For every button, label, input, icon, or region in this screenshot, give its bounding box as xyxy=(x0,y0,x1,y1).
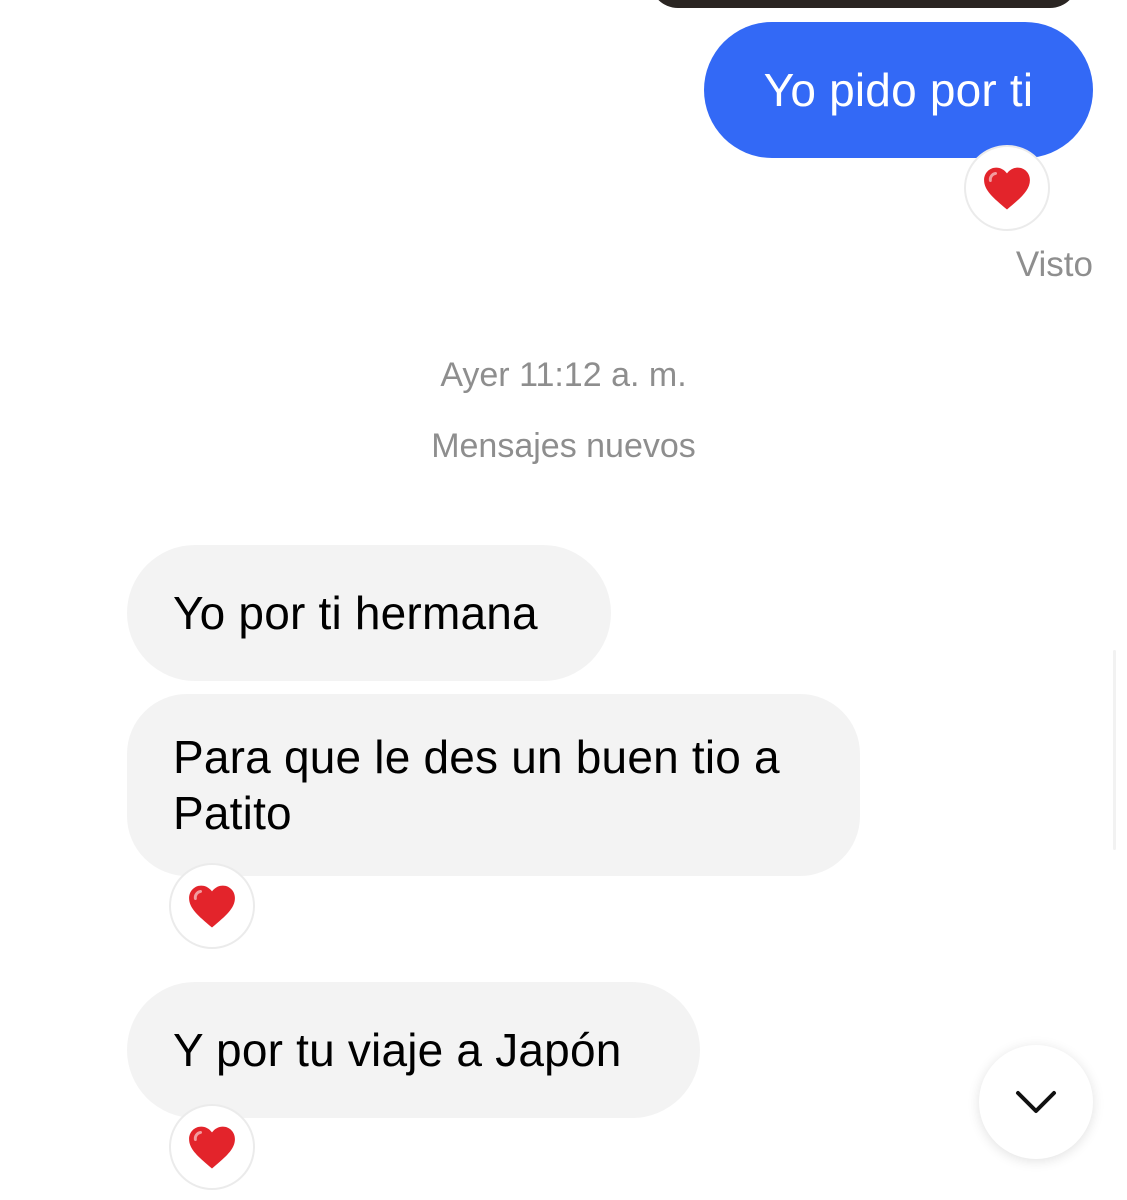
received-message-bubble[interactable]: Yo por ti hermana xyxy=(127,545,611,681)
reaction-badge[interactable]: ❤️ xyxy=(964,145,1050,231)
scroll-to-bottom-button[interactable] xyxy=(979,1045,1093,1159)
previous-media-message[interactable] xyxy=(650,0,1078,8)
heart-shape xyxy=(189,1126,235,1169)
heart-shape xyxy=(189,885,235,928)
message-timestamp: Ayer 11:12 a. m. xyxy=(440,356,687,394)
message-text: Y por tu viaje a Japón xyxy=(173,1024,622,1076)
new-messages-divider: Mensajes nuevos xyxy=(431,427,696,465)
message-text: Para que le des un buen tio a Patito xyxy=(173,731,780,839)
reaction-badge[interactable]: ❤️ xyxy=(169,863,255,949)
heart-icon xyxy=(189,885,235,928)
seen-status: Visto xyxy=(1015,245,1093,284)
received-message-bubble[interactable]: Para que le des un buen tio a Patito xyxy=(127,694,860,876)
message-text: Yo por ti hermana xyxy=(173,587,538,639)
scrollbar[interactable] xyxy=(1113,650,1116,850)
received-message-bubble[interactable]: Y por tu viaje a Japón xyxy=(127,982,700,1118)
chevron-down-icon xyxy=(1016,1091,1056,1113)
sent-message-bubble[interactable]: Yo pido por ti xyxy=(704,22,1093,158)
heart-icon xyxy=(189,1126,235,1169)
heart-icon xyxy=(984,167,1030,210)
message-text: Yo pido por ti xyxy=(763,64,1034,116)
reaction-badge[interactable]: ❤️ xyxy=(169,1104,255,1190)
heart-shape xyxy=(984,167,1030,210)
